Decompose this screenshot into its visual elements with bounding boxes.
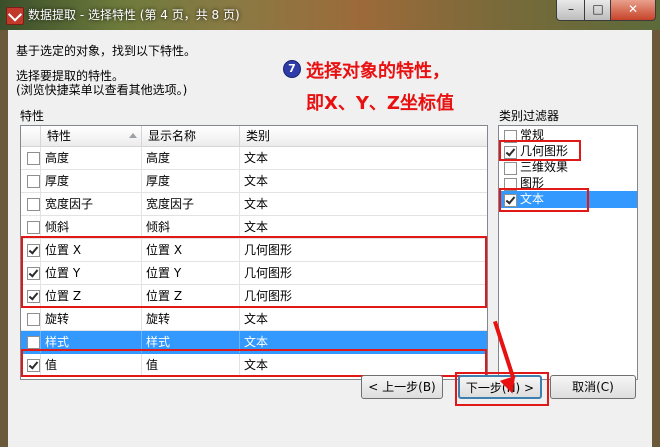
filter-checkbox[interactable] (504, 162, 517, 175)
row-checkbox[interactable] (27, 198, 40, 211)
filter-item[interactable]: 三维效果 (499, 159, 637, 176)
filter-item-label: 几何图形 (520, 144, 569, 158)
cancel-button[interactable]: 取消(C) (550, 375, 636, 399)
grid-header: 特性 显示名称 类别 (21, 126, 487, 147)
table-row[interactable]: 宽度因子 宽度因子 文本 (21, 193, 487, 216)
cell-property: 样式 (41, 331, 142, 353)
row-checkbox[interactable] (27, 359, 40, 372)
table-row[interactable]: 旋转 旋转 文本 (21, 308, 487, 331)
filter-checkbox[interactable] (504, 146, 517, 159)
maximize-button[interactable]: □ (584, 0, 612, 21)
cell-property: 值 (41, 354, 142, 376)
table-row[interactable]: 值值文本 (21, 354, 487, 377)
cell-category: 文本 (244, 151, 269, 165)
table-row[interactable]: 位置 Y 位置 Y 几何图形 (21, 262, 487, 285)
header-checkbox-column (21, 126, 41, 146)
row-checkbox[interactable] (27, 290, 40, 303)
cell-category: 文本 (244, 174, 269, 188)
table-row[interactable]: 位置 X 位置 X 几何图形 (21, 239, 487, 262)
window-title: 数据提取 - 选择特性 (第 4 页，共 8 页) (28, 8, 240, 22)
cell-display-name[interactable]: 样式 (142, 331, 240, 353)
cell-category: 文本 (244, 197, 269, 211)
row-checkbox-cell[interactable] (21, 170, 41, 192)
sort-ascending-icon (129, 133, 137, 138)
filter-item[interactable]: 文本 (499, 191, 637, 208)
minimize-button[interactable]: – (556, 0, 586, 21)
category-filter-label: 类别过滤器 (499, 109, 560, 123)
close-button[interactable]: ✕ (610, 0, 656, 21)
table-row[interactable]: 样式 样式 文本 (21, 331, 487, 354)
cell-category: 几何图形 (244, 289, 293, 303)
column-header-display-name[interactable]: 显示名称 (142, 126, 240, 146)
cell-property: 倾斜 (41, 216, 142, 238)
cell-display-name[interactable]: 旋转 (142, 308, 240, 330)
cell-display-name[interactable]: 厚度 (142, 170, 240, 192)
cell-property: 厚度 (41, 170, 142, 192)
cell-display-name[interactable]: 位置 Z (142, 285, 240, 307)
intro-text: 基于选定的对象，找到以下特性。 (16, 44, 197, 58)
table-row[interactable]: 倾斜 倾斜 文本 (21, 216, 487, 239)
cell-property: 高度 (41, 147, 142, 169)
filter-item[interactable]: 常规 (499, 127, 637, 144)
cell-category: 几何图形 (244, 243, 293, 257)
properties-grid[interactable]: 特性 显示名称 类别 高度 高度 文本 厚度 厚度 文本 宽度因子 宽度因子 文本 倾斜 倾斜 文本位… (20, 125, 488, 380)
row-checkbox-cell[interactable] (21, 285, 41, 307)
cell-category: 几何图形 (244, 266, 293, 280)
column-header-property[interactable]: 特性 (41, 126, 142, 146)
filter-checkbox[interactable] (504, 130, 517, 143)
filter-item-label: 三维效果 (520, 160, 569, 174)
row-checkbox[interactable] (27, 267, 40, 280)
filter-checkbox[interactable] (504, 194, 517, 207)
hint-text: (浏览快捷菜单以查看其他选项。) (16, 83, 188, 97)
category-filter-list[interactable]: 常规几何图形三维效果图形文本 (498, 125, 638, 380)
cell-category: 文本 (244, 335, 269, 349)
row-checkbox[interactable] (27, 221, 40, 234)
annotation-line-1: 选择对象的特性， (306, 61, 450, 82)
back-button[interactable]: < 上一步(B) (361, 375, 443, 399)
filter-item[interactable]: 几何图形 (499, 143, 637, 160)
cell-display-name[interactable]: 位置 X (142, 239, 240, 261)
cell-display-name[interactable]: 值 (142, 354, 240, 376)
properties-group-label: 特性 (20, 109, 45, 123)
row-checkbox-cell[interactable] (21, 216, 41, 238)
cell-category: 文本 (244, 358, 269, 372)
cell-display-name[interactable]: 位置 Y (142, 262, 240, 284)
row-checkbox-cell[interactable] (21, 354, 41, 376)
filter-checkbox[interactable] (504, 178, 517, 191)
row-checkbox[interactable] (27, 175, 40, 188)
cell-display-name[interactable]: 宽度因子 (142, 193, 240, 215)
row-checkbox-cell[interactable] (21, 262, 41, 284)
row-checkbox-cell[interactable] (21, 331, 41, 353)
cell-property: 位置 X (41, 239, 142, 261)
table-row[interactable]: 位置 Z 位置 Z 几何图形 (21, 285, 487, 308)
cell-display-name[interactable]: 倾斜 (142, 216, 240, 238)
row-checkbox-cell[interactable] (21, 147, 41, 169)
column-header-category[interactable]: 类别 (240, 126, 487, 146)
row-checkbox[interactable] (27, 336, 40, 349)
next-button[interactable]: 下一步(N) > (458, 375, 542, 399)
cell-display-name[interactable]: 高度 (142, 147, 240, 169)
annotation-line-2: 即X、Y、Z坐标值 (306, 93, 454, 114)
cell-property: 旋转 (41, 308, 142, 330)
row-checkbox-cell[interactable] (21, 193, 41, 215)
row-checkbox-cell[interactable] (21, 308, 41, 330)
row-checkbox[interactable] (27, 313, 40, 326)
step-badge: 7 (283, 60, 301, 78)
cell-property: 位置 Y (41, 262, 142, 284)
row-checkbox-cell[interactable] (21, 239, 41, 261)
cell-property: 位置 Z (41, 285, 142, 307)
filter-item-label: 文本 (520, 192, 545, 206)
app-icon (6, 7, 24, 25)
filter-item-label: 图形 (520, 176, 545, 190)
row-checkbox[interactable] (27, 152, 40, 165)
cell-category: 文本 (244, 220, 269, 234)
filter-item[interactable]: 图形 (499, 175, 637, 192)
row-checkbox[interactable] (27, 244, 40, 257)
cell-property: 宽度因子 (41, 193, 142, 215)
cell-category: 文本 (244, 312, 269, 326)
table-row[interactable]: 厚度 厚度 文本 (21, 170, 487, 193)
table-row[interactable]: 高度 高度 文本 (21, 147, 487, 170)
filter-item-label: 常规 (520, 128, 545, 142)
title-bar: 数据提取 - 选择特性 (第 4 页，共 8 页) – □ ✕ (0, 0, 660, 30)
